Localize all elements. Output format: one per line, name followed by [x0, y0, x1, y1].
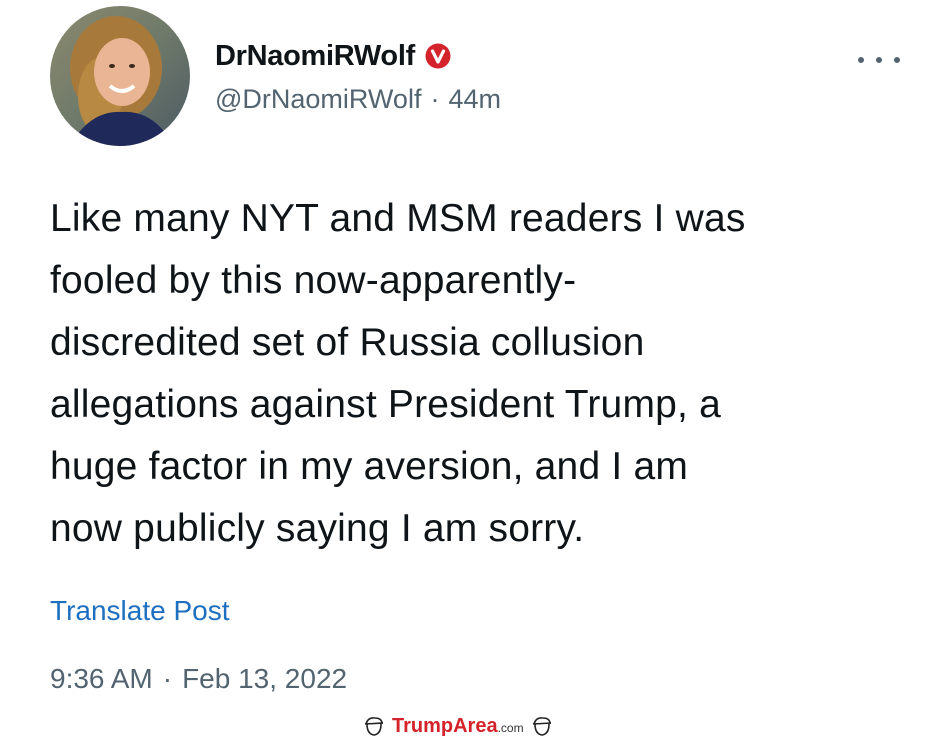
watermark-brand-text: TrumpArea	[392, 714, 498, 737]
post-text-line: allegations against President Trump, a	[50, 383, 721, 426]
avatar-image	[50, 6, 190, 146]
handle[interactable]: @DrNaomiRWolf	[215, 84, 421, 114]
timestamp-row: 9:36 AM · Feb 13, 2022	[50, 660, 347, 698]
watermark-suffix: .com	[497, 720, 524, 735]
post-text-line: huge factor in my aversion, and I am	[50, 445, 689, 488]
timestamp-separator: ·	[162, 663, 173, 694]
handle-row: @DrNaomiRWolf · 44m	[215, 80, 501, 118]
handle-separator: ·	[430, 84, 440, 114]
trump-face-icon	[530, 714, 554, 738]
more-horizontal-icon	[858, 57, 864, 63]
avatar[interactable]	[50, 6, 190, 146]
more-horizontal-icon-dot	[894, 57, 900, 63]
more-horizontal-icon-dot	[876, 57, 882, 63]
watermark: TrumpArea.com	[362, 712, 554, 740]
author-name-row: DrNaomiRWolf	[215, 36, 451, 76]
post-date[interactable]: Feb 13, 2022	[182, 663, 347, 694]
time-ago[interactable]: 44m	[448, 84, 501, 114]
post-time[interactable]: 9:36 AM	[50, 663, 153, 694]
post-text: Like many NYT and MSM readers I was fool…	[50, 188, 910, 560]
display-name[interactable]: DrNaomiRWolf	[215, 40, 415, 73]
verified-badge-icon	[425, 43, 451, 69]
trump-face-icon	[362, 714, 386, 738]
post-text-line: fooled by this now-apparently-	[50, 259, 577, 302]
post-text-line: Like many NYT and MSM readers I was	[50, 197, 746, 240]
watermark-brand: TrumpArea.com	[392, 715, 524, 738]
post-text-line: now publicly saying I am sorry.	[50, 507, 585, 550]
more-options-button[interactable]	[858, 48, 900, 72]
translate-post-link[interactable]: Translate Post	[50, 592, 229, 630]
post-text-line: discredited set of Russia collusion	[50, 321, 645, 364]
